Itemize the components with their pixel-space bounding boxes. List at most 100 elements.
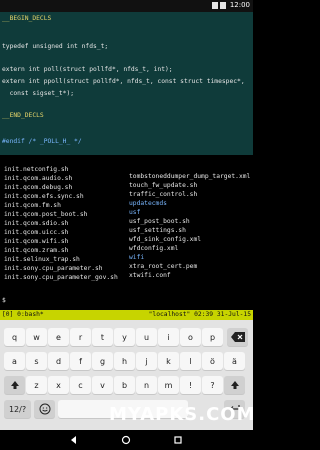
key-q[interactable]: q bbox=[4, 328, 25, 346]
key-a[interactable]: a bbox=[4, 352, 25, 370]
android-nav-bar bbox=[0, 430, 253, 450]
back-triangle bbox=[71, 436, 76, 444]
file-entry-left: init.sony.cpu_parameter_gov.sh bbox=[4, 274, 118, 281]
key-label: a bbox=[12, 356, 17, 366]
key-label: y bbox=[122, 332, 127, 342]
key-label: g bbox=[99, 356, 106, 366]
file-entry-right: wifi bbox=[129, 254, 145, 261]
battery-icon bbox=[220, 2, 226, 9]
key-x[interactable]: x bbox=[48, 376, 69, 394]
back-icon[interactable] bbox=[68, 434, 80, 446]
key-s[interactable]: s bbox=[26, 352, 47, 370]
file-entry-right: xtwifi.conf bbox=[129, 272, 171, 279]
key-label: w bbox=[33, 332, 40, 342]
key-question[interactable]: ? bbox=[202, 376, 223, 394]
keyboard-row-2: a s d f g h j k l ö ä bbox=[0, 352, 253, 372]
file-entry-right: usf bbox=[129, 209, 141, 216]
status-bar: 12:00 bbox=[0, 0, 253, 12]
key-l[interactable]: l bbox=[180, 352, 201, 370]
key-e[interactable]: e bbox=[48, 328, 69, 346]
key-label: t bbox=[100, 332, 105, 342]
terminal-top-pane[interactable]: __BEGIN_DECLS typedef unsigned int nfds_… bbox=[0, 12, 253, 155]
symbols-key[interactable]: 12/? bbox=[4, 400, 31, 418]
key-r[interactable]: r bbox=[70, 328, 91, 346]
home-circle bbox=[121, 435, 131, 445]
terminal-bottom-pane[interactable]: init.netconfig.sh tombstoneddumper_dump_… bbox=[0, 155, 253, 310]
file-entry-right: traffic_control.sh bbox=[129, 191, 198, 198]
key-label: h bbox=[121, 356, 128, 366]
key-i[interactable]: i bbox=[158, 328, 179, 346]
key-j[interactable]: j bbox=[136, 352, 157, 370]
key-f[interactable]: f bbox=[70, 352, 91, 370]
terminal-line: extern int ppoll(struct pollfd*, nfds_t,… bbox=[2, 78, 245, 85]
key-w[interactable]: w bbox=[26, 328, 47, 346]
key-label: x bbox=[56, 380, 61, 390]
terminal-line: typedef unsigned int nfds_t; bbox=[2, 43, 109, 50]
key-label: z bbox=[34, 380, 39, 390]
terminal-line: __END_DECLS bbox=[2, 112, 44, 119]
key-d[interactable]: d bbox=[48, 352, 69, 370]
key-c[interactable]: c bbox=[70, 376, 91, 394]
shift-key[interactable] bbox=[4, 376, 25, 394]
key-label: q bbox=[11, 332, 18, 342]
recents-icon[interactable] bbox=[172, 434, 184, 446]
key-label: m bbox=[164, 380, 173, 390]
key-z[interactable]: z bbox=[26, 376, 47, 394]
key-label: ! bbox=[188, 380, 193, 390]
tmux-host-time: "localhost" 02:39 31-Jul-15 bbox=[148, 311, 251, 318]
home-icon[interactable] bbox=[120, 434, 132, 446]
key-h[interactable]: h bbox=[114, 352, 135, 370]
recents-square bbox=[174, 436, 182, 444]
terminal-line: const sigset_t*); bbox=[2, 90, 75, 97]
key-label: r bbox=[78, 332, 83, 342]
key-g[interactable]: g bbox=[92, 352, 113, 370]
key-label: i bbox=[167, 332, 170, 342]
shift-icon bbox=[230, 381, 239, 389]
key-label: j bbox=[145, 356, 148, 366]
status-icons bbox=[212, 2, 226, 9]
key-o-umlaut[interactable]: ö bbox=[202, 352, 223, 370]
shift-icon bbox=[10, 381, 19, 389]
key-y[interactable]: y bbox=[114, 328, 135, 346]
backspace-key[interactable] bbox=[227, 328, 248, 346]
file-entry-right: touch_fw_update.sh bbox=[129, 182, 198, 189]
key-p[interactable]: p bbox=[202, 328, 223, 346]
file-entry-right: updatecmds bbox=[129, 200, 167, 207]
shift-key-right[interactable] bbox=[224, 376, 245, 394]
key-b[interactable]: b bbox=[114, 376, 135, 394]
key-label: 12/? bbox=[8, 404, 27, 414]
key-label: ö bbox=[210, 356, 215, 366]
key-label: l bbox=[189, 356, 192, 366]
key-o[interactable]: o bbox=[180, 328, 201, 346]
terminal-line: #endif /* _POLL_H_ */ bbox=[2, 138, 82, 145]
key-label: ? bbox=[210, 380, 215, 390]
file-entry-right: usf_settings.sh bbox=[129, 227, 186, 234]
key-label: p bbox=[209, 332, 216, 342]
key-u[interactable]: u bbox=[136, 328, 157, 346]
terminal-prompt[interactable]: $ bbox=[2, 297, 10, 304]
emoji-key[interactable] bbox=[34, 400, 55, 418]
key-label: b bbox=[121, 380, 128, 390]
key-label: k bbox=[166, 356, 171, 366]
key-label: s bbox=[34, 356, 39, 366]
file-entry-right: tombstoneddumper_dump_target.xml bbox=[129, 173, 251, 180]
key-exclamation[interactable]: ! bbox=[180, 376, 201, 394]
file-entry-right: wfdconfig.xml bbox=[129, 245, 179, 252]
key-v[interactable]: v bbox=[92, 376, 113, 394]
tmux-status-bar: [0] 0:bash* "localhost" 02:39 31-Jul-15 bbox=[0, 310, 253, 320]
key-k[interactable]: k bbox=[158, 352, 179, 370]
terminal-line: extern int poll(struct pollfd*, nfds_t, … bbox=[2, 66, 173, 73]
key-m[interactable]: m bbox=[158, 376, 179, 394]
key-n[interactable]: n bbox=[136, 376, 157, 394]
key-t[interactable]: t bbox=[92, 328, 113, 346]
key-label: o bbox=[188, 332, 193, 342]
key-label: e bbox=[56, 332, 61, 342]
file-entry-right: wfd_sink_config.xml bbox=[129, 236, 202, 243]
key-a-umlaut[interactable]: ä bbox=[224, 352, 245, 370]
status-time: 12:00 bbox=[229, 1, 250, 9]
key-label: d bbox=[55, 356, 62, 366]
keyboard-row-3: z x c v b n m ! ? bbox=[0, 376, 253, 396]
key-label: u bbox=[143, 332, 150, 342]
key-label: ä bbox=[232, 356, 237, 366]
key-label: f bbox=[79, 356, 82, 366]
